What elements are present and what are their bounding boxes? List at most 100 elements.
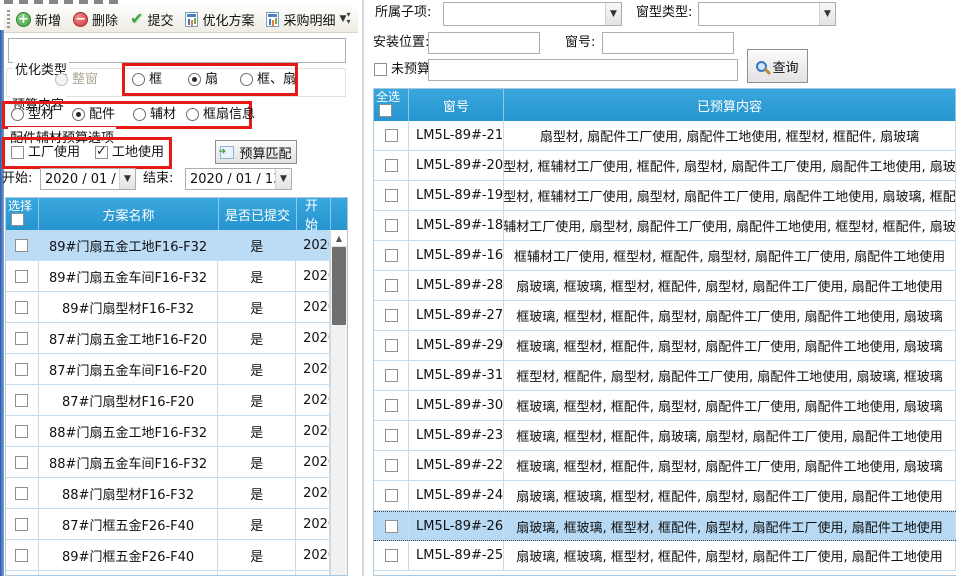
radio-auxiliary[interactable]: 辅材: [133, 108, 176, 121]
scrollbar-up-arrow[interactable]: ▲: [331, 230, 347, 247]
start-date-picker[interactable]: 2020 / 01 / 1 ▼: [40, 168, 136, 190]
table-row[interactable]: LM5L-89#-22F20 框玻璃, 框型材, 框配件, 扇型材, 扇配件工厂…: [374, 451, 956, 481]
submitted-header[interactable]: 是否已提交: [219, 198, 297, 230]
row-checkbox[interactable]: [385, 520, 398, 533]
radio-frame-sash-info[interactable]: 框扇信息: [186, 108, 255, 121]
row-checkbox[interactable]: [385, 279, 398, 292]
row-checkbox[interactable]: [385, 339, 398, 352]
budget-match-label: 预算匹配: [239, 143, 291, 162]
checkbox-site-use[interactable]: 工地使用: [95, 146, 164, 159]
row-checkbox[interactable]: [385, 129, 398, 142]
table-row[interactable]: 87#门框五金F26-F40 是 2020/0: [6, 509, 330, 540]
row-checkbox[interactable]: [15, 549, 28, 562]
table-row[interactable]: LM5L-89#-28F26 扇玻璃, 框玻璃, 框型材, 框配件, 扇型材, …: [374, 271, 956, 301]
row-checkbox[interactable]: [385, 429, 398, 442]
row-checkbox[interactable]: [385, 489, 398, 502]
purchase-detail-button[interactable]: 采购明细 ▼: [262, 8, 350, 31]
radio-frame[interactable]: 框: [132, 73, 162, 86]
plan-name-cell: 88#门扇五金工地F16-F32: [39, 416, 218, 446]
row-checkbox[interactable]: [15, 301, 28, 314]
table-row[interactable]: 87#门扇五金车间F16-F20 是 2020/0: [6, 354, 330, 385]
toolbar-grip-handle[interactable]: [7, 10, 10, 28]
row-checkbox[interactable]: [15, 394, 28, 407]
plan-name-header[interactable]: 方案名称: [39, 198, 219, 230]
plan-name-cell: 87#门扇型材F16-F20: [39, 385, 218, 415]
budgeted-content-header[interactable]: 已预算内容: [504, 89, 956, 121]
table-row[interactable]: LM5L-89#-31F29 框型材, 框配件, 扇型材, 扇配件工厂使用, 扇…: [374, 361, 956, 391]
table-row[interactable]: 89#门框五金F26-F40 是 2020/0: [6, 540, 330, 571]
window-no-input[interactable]: [602, 32, 734, 54]
add-button[interactable]: + 新增: [12, 8, 65, 31]
table-row[interactable]: LM5L-89#-26F24 扇玻璃, 框玻璃, 框型材, 框配件, 扇型材, …: [374, 511, 956, 541]
row-checkbox[interactable]: [385, 249, 398, 262]
row-checkbox[interactable]: [385, 369, 398, 382]
radio-frame-sash[interactable]: 框、扇: [240, 73, 296, 86]
table-row[interactable]: LM5L-89#-20F18 框型材, 框辅材工厂使用, 框配件, 扇型材, 扇…: [374, 151, 956, 181]
row-checkbox[interactable]: [15, 518, 28, 531]
chevron-down-icon[interactable]: ▼: [275, 169, 291, 189]
table-row[interactable]: 89#门扇五金车间F16-F32 是 2020/0: [6, 261, 330, 292]
select-all-checkbox[interactable]: [11, 213, 24, 226]
table-row[interactable]: LM5L-89#-19F17 框型材, 框辅材工厂使用, 扇型材, 扇配件工厂使…: [374, 181, 956, 211]
table-row[interactable]: 88#门扇型材F16-F32 是 2020/0: [6, 478, 330, 509]
chevron-down-icon[interactable]: ▼: [119, 169, 135, 189]
submit-button[interactable]: ✔ 提交: [126, 8, 177, 31]
select-all-checkbox[interactable]: [379, 104, 392, 117]
vertical-scrollbar[interactable]: ▲: [330, 230, 347, 575]
table-row[interactable]: 87#门扇五金工地F16-F20 是 2020/0: [6, 323, 330, 354]
scrollbar-thumb[interactable]: [332, 247, 346, 325]
table-row[interactable]: 88#门扇五金工地F16-F32 是 2020/0: [6, 416, 330, 447]
end-date-picker[interactable]: 2020 / 01 / 13 ▼: [185, 168, 292, 190]
start-header[interactable]: 开始: [297, 198, 331, 230]
toolbar-overflow-button[interactable]: ▾ ▾: [341, 8, 356, 29]
row-checkbox[interactable]: [15, 487, 28, 500]
window-no-cell: LM5L-89#-26F24: [409, 512, 504, 540]
radio-accessory[interactable]: 配件: [72, 108, 115, 121]
table-row[interactable]: LM5L-89#-27F25 框玻璃, 框型材, 框配件, 扇型材, 扇配件工厂…: [374, 301, 956, 331]
optimization-plan-button[interactable]: 优化方案: [181, 8, 258, 31]
row-select-cell: [374, 421, 409, 450]
chevron-down-icon[interactable]: ▼: [819, 3, 835, 25]
row-checkbox[interactable]: [385, 459, 398, 472]
table-row[interactable]: LM5L-89#-16F15 框辅材工厂使用, 框型材, 框配件, 扇型材, 扇…: [374, 241, 956, 271]
row-checkbox[interactable]: [15, 239, 28, 252]
table-row[interactable]: 89#门扇五金工地F16-F32 是 2020/0: [6, 230, 330, 261]
no-budget-input[interactable]: [428, 59, 738, 81]
row-checkbox[interactable]: [385, 549, 398, 562]
table-row[interactable]: 88#门扇五金车间F16-F32 是 2020/0: [6, 447, 330, 478]
row-checkbox[interactable]: [15, 363, 28, 376]
table-row[interactable]: LM5L-89#-30F28 框玻璃, 框型材, 框配件, 扇型材, 扇配件工厂…: [374, 391, 956, 421]
checkbox-factory-use[interactable]: 工厂使用: [11, 146, 80, 159]
table-row[interactable]: 87#门扇型材F16-F20 是 2020/0: [6, 385, 330, 416]
query-button[interactable]: 查询: [747, 49, 808, 83]
window-no-header[interactable]: 窗号: [409, 89, 504, 121]
sub-item-combobox[interactable]: ▼: [443, 2, 622, 26]
table-row[interactable]: LM5L-89#-21F19 扇型材, 扇配件工厂使用, 扇配件工地使用, 框型…: [374, 121, 956, 151]
row-checkbox[interactable]: [15, 270, 28, 283]
install-position-input[interactable]: [428, 32, 540, 54]
row-checkbox[interactable]: [385, 399, 398, 412]
chevron-down-icon[interactable]: ▼: [605, 3, 621, 25]
row-checkbox[interactable]: [385, 189, 398, 202]
row-checkbox[interactable]: [15, 425, 28, 438]
table-row[interactable]: LM5L-89#-29F27 框玻璃, 框型材, 框配件, 扇型材, 扇配件工厂…: [374, 331, 956, 361]
delete-button[interactable]: − 删除: [69, 8, 122, 31]
row-checkbox[interactable]: [15, 332, 28, 345]
table-row[interactable]: LM5L-89#-25F23 扇玻璃, 框玻璃, 框型材, 框配件, 扇型材, …: [374, 541, 956, 571]
table-row[interactable]: LM5L-89#-18F16 框辅材工厂使用, 扇型材, 扇配件工厂使用, 扇配…: [374, 211, 956, 241]
panel-splitter[interactable]: [362, 0, 364, 576]
radio-sash[interactable]: 扇: [188, 73, 218, 86]
window-no-cell: LM5L-89#-19F17: [409, 181, 504, 210]
table-row[interactable]: LM5L-89#-24F22 扇玻璃, 框玻璃, 框型材, 框配件, 扇型材, …: [374, 481, 956, 511]
row-checkbox[interactable]: [385, 159, 398, 172]
row-checkbox[interactable]: [15, 456, 28, 469]
budget-match-button[interactable]: 预算匹配: [215, 140, 297, 164]
table-row[interactable]: 88#门框五金F21-F40 是 2020/0: [6, 571, 330, 575]
table-row[interactable]: 89#门扇型材F16-F32 是 2020/0: [6, 292, 330, 323]
row-checkbox[interactable]: [385, 309, 398, 322]
table-row[interactable]: LM5L-89#-23F21 框玻璃, 框型材, 框配件, 扇玻璃, 扇型材, …: [374, 421, 956, 451]
window-type-combobox[interactable]: ▼: [698, 2, 836, 26]
no-budget-checkbox[interactable]: 未预算:: [374, 63, 434, 76]
radio-profile[interactable]: 型材: [11, 108, 54, 121]
row-checkbox[interactable]: [385, 219, 398, 232]
